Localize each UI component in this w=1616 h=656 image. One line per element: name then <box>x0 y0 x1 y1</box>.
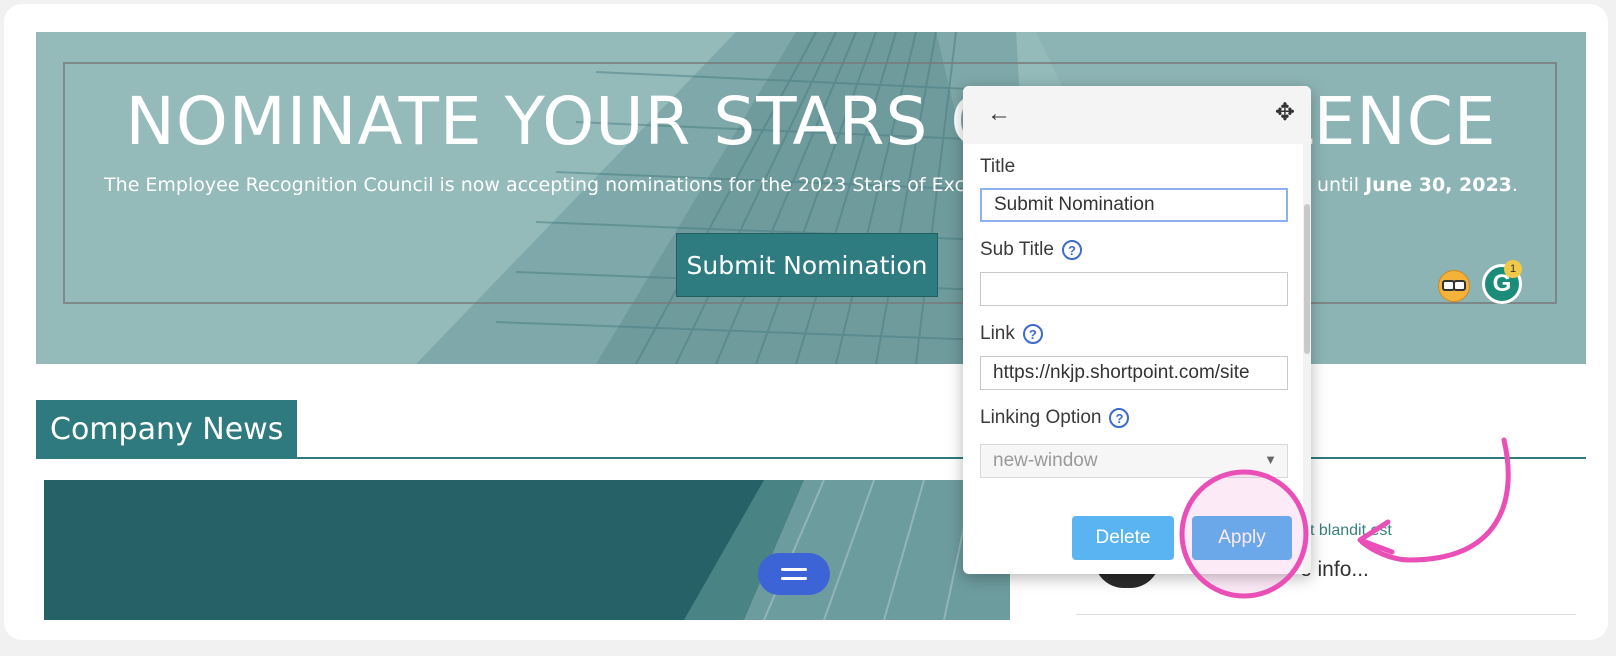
link-label-text: Link <box>980 323 1015 344</box>
news-item-divider <box>1076 614 1576 615</box>
link-help-icon[interactable]: ? <box>1022 324 1043 344</box>
nerd-face-emoji-icon[interactable] <box>1438 270 1470 302</box>
linking-option-select[interactable]: new-window ▼ <box>980 444 1288 478</box>
apply-button[interactable]: Apply <box>1192 516 1292 560</box>
hero-subtitle-until: until <box>1310 174 1366 196</box>
menu-toggle-button[interactable] <box>758 553 830 595</box>
subtitle-help-icon[interactable]: ? <box>1061 240 1082 260</box>
back-arrow-icon[interactable]: ← <box>987 100 1011 128</box>
linking-option-help-icon[interactable]: ? <box>1109 408 1130 428</box>
hero-banner: NOMINATE YOUR STARS OF EXCELLENCE The Em… <box>36 32 1586 364</box>
news-image-art <box>44 480 1010 620</box>
linking-option-label: Linking Option ? <box>980 407 1130 429</box>
panel-scrollbar-thumb[interactable] <box>1304 204 1310 354</box>
company-news-divider <box>36 457 1586 459</box>
hero-subtitle-end: . <box>1511 174 1518 196</box>
hero-subtitle: The Employee Recognition Council is now … <box>36 174 1586 196</box>
menu-bar-bottom <box>781 577 807 580</box>
move-icon[interactable]: ✥ <box>1275 98 1295 127</box>
submit-nomination-button[interactable]: Submit Nomination <box>676 233 938 297</box>
hero-subtitle-text: The Employee Recognition Council is now … <box>104 174 1034 196</box>
hero-title: NOMINATE YOUR STARS OF EXCELLENCE <box>125 83 1497 160</box>
grammarly-badge: 1 <box>1504 260 1522 278</box>
edit-link-panel: ← ✥ Title Sub Title ? Link ? Linking Opt… <box>963 86 1311 574</box>
link-input[interactable] <box>980 356 1288 390</box>
company-news-header: Company News <box>36 400 298 458</box>
panel-header: ← ✥ <box>963 86 1311 144</box>
linking-option-label-text: Linking Option <box>980 407 1102 428</box>
linking-option-value: new-window <box>993 450 1098 471</box>
delete-button[interactable]: Delete <box>1072 516 1174 560</box>
title-input[interactable] <box>980 188 1288 222</box>
menu-bar-top <box>781 568 807 571</box>
title-label-text: Title <box>980 156 1016 177</box>
subtitle-label: Sub Title ? <box>980 239 1082 261</box>
news-snippet-text: t blandit est <box>1310 522 1392 539</box>
hero-subtitle-date: June 30, 2023 <box>1365 174 1512 196</box>
subtitle-label-text: Sub Title <box>980 239 1054 260</box>
panel-scrollbar[interactable] <box>1303 144 1311 574</box>
page-frame: NOMINATE YOUR STARS OF EXCELLENCE The Em… <box>4 4 1608 640</box>
title-label: Title <box>980 156 1015 178</box>
subtitle-input[interactable] <box>980 272 1288 306</box>
chevron-down-icon: ▼ <box>1264 452 1277 467</box>
link-label: Link ? <box>980 323 1043 345</box>
news-featured-image[interactable] <box>44 480 1010 620</box>
